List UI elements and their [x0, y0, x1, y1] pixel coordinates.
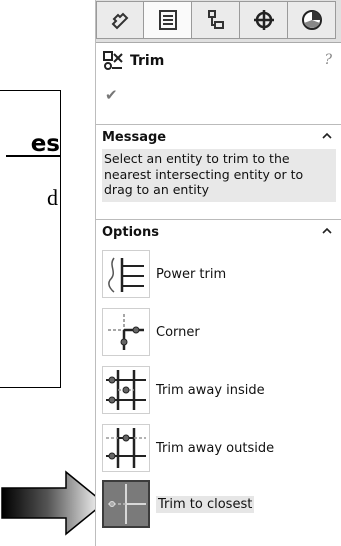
page-text: d: [47, 185, 58, 210]
configurationmanager-icon: [207, 10, 224, 29]
message-section: Message Select an entity to trim to the …: [96, 124, 341, 202]
options-header-label: Options: [102, 224, 159, 240]
options-section: Options: [96, 219, 341, 244]
manager-tabbar: [96, 0, 341, 43]
trim-away-inside-icon: [102, 366, 150, 414]
option-power-trim[interactable]: Power trim: [102, 250, 226, 298]
message-section-header[interactable]: Message: [96, 125, 341, 149]
tab-featuremanager[interactable]: [96, 1, 144, 39]
option-label: Trim away inside: [156, 382, 265, 398]
option-trim-away-inside[interactable]: Trim away inside: [102, 366, 265, 414]
option-label: Trim to closest: [156, 495, 255, 513]
option-label: Corner: [156, 324, 200, 340]
ok-check-button[interactable]: ✔: [105, 86, 118, 104]
tab-configurationmanager[interactable]: [192, 1, 240, 39]
message-text: Select an entity to trim to the nearest …: [102, 149, 336, 202]
option-label: Power trim: [156, 266, 227, 282]
option-corner[interactable]: Corner: [102, 308, 200, 356]
tab-propertymanager[interactable]: [144, 1, 192, 39]
options-section-header[interactable]: Options: [96, 220, 341, 244]
collapse-chevron-icon[interactable]: [322, 131, 332, 141]
page-heading: es: [30, 131, 60, 157]
power-trim-icon: [102, 250, 150, 298]
tab-dimxpertmanager[interactable]: [240, 1, 288, 39]
trim-to-closest-icon: [102, 480, 150, 528]
option-label: Trim away outside: [156, 440, 275, 456]
featuremanager-icon: [111, 12, 129, 30]
collapse-chevron-icon[interactable]: [322, 226, 332, 236]
option-trim-away-outside[interactable]: Trim away outside: [102, 424, 274, 472]
displaymanager-icon: [301, 10, 322, 30]
propertymanager-icon: [158, 10, 177, 30]
trim-tool-icon: [103, 51, 123, 70]
trim-away-outside-icon: [102, 424, 150, 472]
page-heading-underline: [6, 155, 60, 157]
tab-displaymanager[interactable]: [288, 1, 336, 39]
property-manager-panel: Trim ? ✔ Message Select an entity to tri…: [95, 0, 341, 546]
corner-icon: [102, 308, 150, 356]
title-row: Trim: [102, 48, 164, 74]
dimxpertmanager-icon: [253, 10, 274, 30]
option-trim-to-closest[interactable]: Trim to closest: [102, 480, 255, 528]
message-header-label: Message: [102, 129, 167, 145]
panel-title: Trim: [130, 53, 165, 69]
help-icon[interactable]: ?: [324, 52, 332, 68]
